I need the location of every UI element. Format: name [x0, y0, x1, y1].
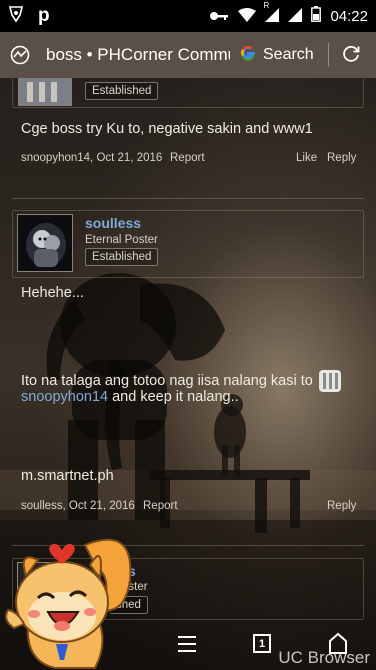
clock-time: 04:22	[330, 7, 368, 25]
uc-browser-watermark: UC Browser	[278, 648, 370, 667]
reply-button[interactable]: Reply	[327, 500, 356, 512]
site-icon[interactable]	[0, 45, 40, 65]
battery-icon	[311, 6, 322, 26]
refresh-icon[interactable]	[341, 43, 361, 67]
post-body-text: Ito na talaga ang totoo nag iisa nalang …	[21, 373, 313, 389]
tabs-button[interactable]: 1	[253, 634, 271, 653]
inline-image-thumbnail[interactable]	[318, 370, 341, 392]
search-button[interactable]: Search	[240, 45, 314, 65]
page-title[interactable]: boss • PHCorner Commu	[46, 45, 230, 65]
p-app-icon: p	[38, 5, 50, 26]
user-title: Eternal Poster	[85, 234, 158, 246]
username-link[interactable]: soulless	[85, 215, 141, 231]
post-author-date[interactable]: soulless, Oct 21, 2016	[21, 500, 135, 512]
post-body-line: Hehehe...	[21, 285, 84, 301]
status-bar: p R 04:22	[0, 0, 376, 32]
tab-count: 1	[258, 637, 266, 650]
wifi-icon	[238, 7, 257, 26]
browser-address-bar[interactable]: boss • PHCorner Commu Search	[0, 32, 376, 78]
pokemon-go-icon	[8, 5, 24, 27]
post-body-line: snoopyhon14 and keep it nalang..	[21, 389, 239, 405]
key-icon	[209, 7, 229, 26]
post-body-line: m.smartnet.ph	[21, 468, 114, 484]
roaming-label: R	[263, 0, 270, 10]
post-body-text: and keep it nalang..	[108, 389, 239, 405]
menu-icon[interactable]	[178, 634, 196, 658]
signal-icon	[288, 7, 303, 26]
user-badge: Established	[85, 248, 159, 266]
report-link[interactable]: Report	[170, 152, 205, 164]
like-button[interactable]: Like	[296, 152, 317, 164]
post-author-date[interactable]: snoopyhon14, Oct 21, 2016	[21, 152, 162, 164]
search-label: Search	[263, 46, 314, 63]
user-info-panel	[12, 78, 364, 108]
google-g-icon	[240, 45, 256, 65]
user-badge: Established	[85, 82, 159, 100]
toolbar-divider	[327, 43, 329, 67]
uc-squirrel-mascot-icon[interactable]	[0, 520, 140, 670]
post-separator	[12, 198, 364, 199]
report-link[interactable]: Report	[143, 500, 178, 512]
roaming-signal-icon: R	[263, 1, 280, 26]
avatar[interactable]	[17, 214, 73, 272]
reply-button[interactable]: Reply	[327, 152, 356, 164]
post-body: Cge boss try Ku to, negative sakin and w…	[21, 121, 313, 137]
user-mention-link[interactable]: snoopyhon14	[21, 389, 108, 405]
